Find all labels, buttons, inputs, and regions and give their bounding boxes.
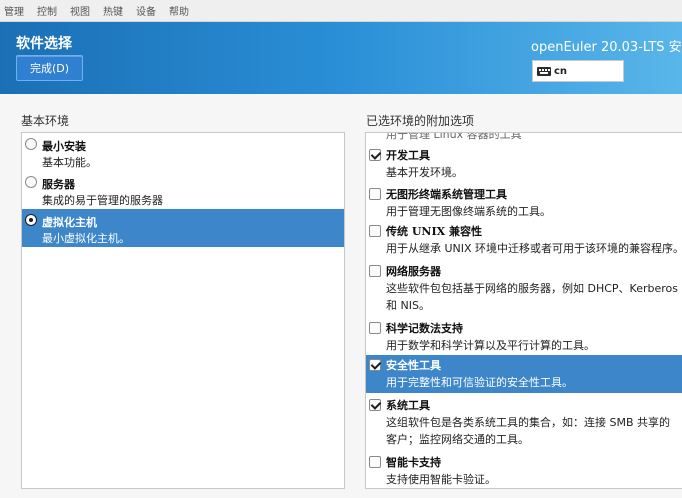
addon-description: 基本开发环境。: [386, 166, 463, 179]
env-description: 最小虚拟化主机。: [42, 232, 130, 245]
menu-view[interactable]: 视图: [70, 3, 90, 18]
vm-menubar: 管理 控制 视图 热键 设备 帮助: [0, 0, 682, 22]
menu-hotkeys[interactable]: 热键: [103, 3, 123, 18]
addon-title: 网络服务器: [386, 265, 441, 278]
menu-help[interactable]: 帮助: [169, 3, 189, 18]
keyboard-icon: [537, 66, 551, 76]
addon-item-security-tools[interactable]: 安全性工具 用于完整性和可信验证的安全性工具。: [366, 355, 682, 393]
checkbox[interactable]: [369, 456, 381, 468]
env-title: 服务器: [42, 178, 75, 191]
addon-item-development-tools[interactable]: 开发工具 基本开发环境。: [366, 145, 682, 182]
menu-manage[interactable]: 管理: [4, 3, 24, 18]
addon-item-scientific-support[interactable]: 科学记数法支持 用于数学和科学计算以及平行计算的工具。: [366, 318, 682, 356]
addon-description: 用于完整性和可信验证的安全性工具。: [386, 376, 573, 389]
addon-item-headless-management[interactable]: 无图形终端系统管理工具 用于管理无图像终端系统的工具。: [366, 184, 682, 222]
base-environment-heading: 基本环境: [21, 114, 70, 128]
addon-title: 无图形终端系统管理工具: [386, 188, 507, 201]
page-title: 软件选择: [16, 36, 72, 52]
addon-description: 用于从继承 UNIX 环境中迁移或者可用于该环境的兼容程序。: [386, 242, 682, 255]
env-description: 集成的易于管理的服务器: [42, 194, 163, 207]
product-title: openEuler 20.03-LTS 安: [531, 40, 682, 55]
addon-description: 用于数学和科学计算以及平行计算的工具。: [386, 339, 595, 352]
addon-item-network-server[interactable]: 网络服务器 这些软件包包括基于网络的服务器，例如 DHCP、Kerberos 和…: [366, 261, 682, 315]
radio-button[interactable]: [25, 138, 37, 150]
addon-description: 用于管理无图像终端系统的工具。: [386, 205, 551, 218]
addon-description: 支持使用智能卡验证。: [386, 473, 496, 486]
addon-description: 这组软件包是各类系统工具的集合，如：连接 SMB 共享的客户；监控网络交通的工具…: [386, 416, 671, 446]
env-title: 虚拟化主机: [42, 216, 97, 229]
radio-button-selected[interactable]: [25, 214, 37, 226]
addon-title: 安全性工具: [386, 359, 441, 372]
installer-window: 管理 控制 视图 热键 设备 帮助 软件选择 完成(D) openEuler 2…: [0, 0, 682, 498]
checkbox[interactable]: [369, 322, 381, 334]
checkbox[interactable]: [369, 265, 381, 277]
keyboard-layout-label: cn: [554, 65, 568, 77]
addon-item-legacy-unix[interactable]: 传统 UNIX 兼容性 用于从继承 UNIX 环境中迁移或者可用于该环境的兼容程…: [366, 221, 682, 259]
addon-item-system-tools[interactable]: 系统工具 这组软件包是各类系统工具的集合，如：连接 SMB 共享的客户；监控网络…: [366, 395, 682, 449]
env-item-minimal[interactable]: 最小安装 基本功能。: [22, 133, 344, 171]
addon-list: 用于管理 Linux 容器的工具 开发工具 基本开发环境。 无图形终端系统管理工…: [365, 132, 682, 489]
checkbox[interactable]: [369, 225, 381, 237]
addon-title: 开发工具: [386, 149, 430, 162]
addon-description: 这些软件包包括基于网络的服务器，例如 DHCP、Kerberos 和 NIS。: [386, 282, 678, 312]
env-title: 最小安装: [42, 140, 86, 153]
addon-title: 系统工具: [386, 399, 430, 412]
menu-control[interactable]: 控制: [37, 3, 57, 18]
checkbox[interactable]: [369, 188, 381, 200]
installer-header: 软件选择 完成(D) openEuler 20.03-LTS 安 cn: [0, 22, 682, 94]
menu-devices[interactable]: 设备: [136, 3, 156, 18]
keyboard-layout-indicator[interactable]: cn: [532, 60, 624, 82]
checkbox-checked[interactable]: [369, 399, 381, 411]
env-item-virtualization-host[interactable]: 虚拟化主机 最小虚拟化主机。: [22, 209, 344, 247]
addon-partial-description: 用于管理 Linux 容器的工具: [386, 132, 522, 141]
env-description: 基本功能。: [42, 156, 97, 169]
env-item-server[interactable]: 服务器 集成的易于管理的服务器: [22, 171, 344, 209]
base-environment-list: 最小安装 基本功能。 服务器 集成的易于管理的服务器 虚拟化主机 最小虚拟化主机…: [21, 132, 345, 489]
done-button[interactable]: 完成(D): [16, 55, 83, 81]
addon-item-smart-card[interactable]: 智能卡支持 支持使用智能卡验证。: [366, 452, 682, 488]
addon-title: 传统 UNIX 兼容性: [386, 225, 482, 238]
checkbox-checked[interactable]: [369, 149, 381, 161]
addon-title: 智能卡支持: [386, 456, 441, 469]
addon-title: 科学记数法支持: [386, 322, 463, 335]
checkbox-checked[interactable]: [369, 359, 381, 371]
radio-button[interactable]: [25, 176, 37, 188]
addons-heading: 已选环境的附加选项: [366, 114, 475, 128]
